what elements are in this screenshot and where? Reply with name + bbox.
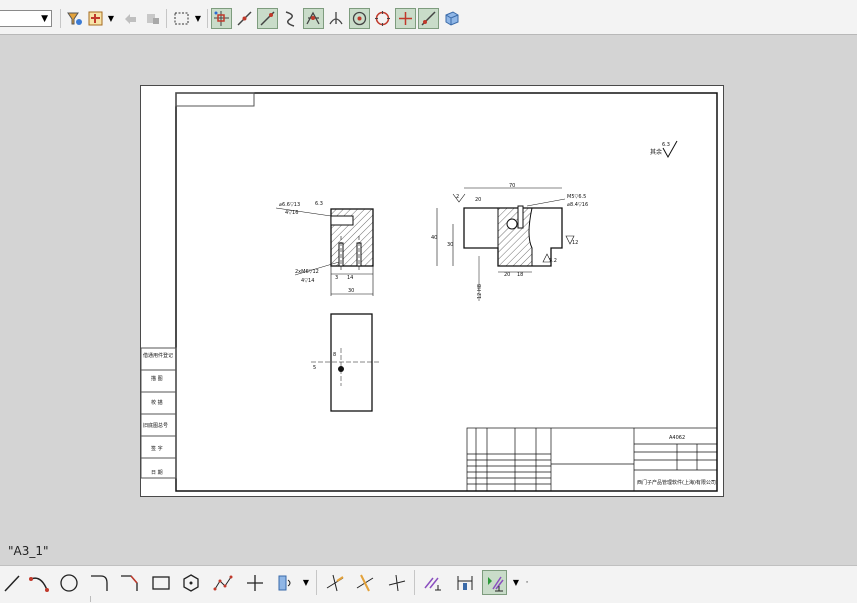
left-view: 3 14 30 ⌀6.6▽13 4▽16 6.3 2xM6▽12 4▽14 [275, 201, 374, 296]
svg-text:3: 3 [335, 275, 338, 281]
toolbar-separator [60, 9, 61, 28]
redo-icon[interactable] [142, 8, 163, 29]
svg-text:18: 18 [517, 272, 523, 278]
title-block-company: 西门子产品管理软件(上海)有限公司 [637, 479, 716, 486]
svg-text:M5▽6.5: M5▽6.5 [567, 194, 586, 200]
drawing-svg: 其余 6.3 3 14 30 ⌀6.6▽13 4▽16 6.3 2xM6▽12 … [141, 92, 718, 492]
right-view: 70 20 2 M5▽6.5 ⌀8.4▽16 40 30 20 18 3.2 1… [431, 183, 588, 301]
point-icon[interactable] [242, 570, 267, 595]
svg-text:12 H8: 12 H8 [477, 284, 483, 299]
status-strip [0, 596, 91, 602]
svg-text:6.3: 6.3 [315, 201, 323, 207]
toolbar-separator [166, 9, 167, 28]
line-icon[interactable] [0, 570, 25, 595]
polygon-icon[interactable] [178, 570, 203, 595]
svg-text:8: 8 [333, 352, 336, 358]
more-icon[interactable]: ⋅ [522, 570, 532, 595]
chamfer-icon[interactable] [116, 570, 141, 595]
snap-tangent-icon[interactable] [418, 8, 439, 29]
snap-intersection-icon[interactable] [303, 8, 324, 29]
svg-text:描 图: 描 图 [151, 375, 163, 382]
spline-icon[interactable] [210, 570, 235, 595]
svg-text:14: 14 [347, 275, 353, 281]
toolbar-separator [316, 570, 317, 595]
parallel-icon[interactable] [420, 570, 445, 595]
roughness-note: 其余 [650, 148, 662, 156]
chevron-down-icon[interactable]: ▼ [193, 8, 203, 29]
svg-text:20: 20 [504, 272, 510, 278]
bottom-toolbar: ▼ ▼ ⋅ [0, 565, 857, 603]
svg-text:40: 40 [431, 235, 437, 241]
svg-text:30: 30 [447, 242, 453, 248]
selection-combo[interactable]: ▼ [0, 10, 52, 27]
svg-text:⌀6.6▽13: ⌀6.6▽13 [279, 202, 300, 208]
svg-text:5: 5 [313, 365, 316, 371]
rectangle-select-icon[interactable] [171, 8, 192, 29]
svg-text:70: 70 [509, 183, 515, 189]
roughness-symbol: 其余 6.3 [650, 140, 678, 159]
constraint-icon[interactable] [482, 570, 507, 595]
circle-icon[interactable] [56, 570, 81, 595]
title-block-code: A4062 [669, 435, 685, 441]
fillet-icon[interactable] [86, 570, 111, 595]
svg-text:3.2: 3.2 [549, 258, 557, 264]
roughness-value: 6.3 [662, 142, 670, 148]
inner-border [175, 92, 718, 492]
side-table: 借通用件登记 描 图 校 描 旧底图总号 签 字 日 期 [141, 347, 177, 479]
chevron-down-icon[interactable]: ▼ [106, 8, 116, 29]
svg-text:日 期: 日 期 [151, 470, 163, 476]
plan-view: 8 5 [311, 313, 381, 412]
top-toolbar: ▼ ▼ ▼ [0, 0, 857, 35]
sheet-name-label: "A3_1" [8, 544, 49, 558]
view-3d-icon[interactable] [441, 8, 462, 29]
svg-text:旧底图总号: 旧底图总号 [143, 422, 168, 429]
svg-text:⌀8.4▽16: ⌀8.4▽16 [567, 202, 588, 208]
select-filter-icon[interactable] [64, 8, 85, 29]
snap-cross-icon[interactable] [395, 8, 416, 29]
svg-text:30: 30 [348, 288, 354, 294]
svg-text:12: 12 [572, 240, 578, 246]
snap-perpendicular-icon[interactable] [326, 8, 347, 29]
svg-text:校 描: 校 描 [151, 399, 163, 406]
extend-icon[interactable] [352, 570, 377, 595]
drawing-sheet[interactable]: 其余 6.3 3 14 30 ⌀6.6▽13 4▽16 6.3 2xM6▽12 … [140, 85, 724, 497]
offset-icon[interactable] [272, 570, 297, 595]
snap-point-icon[interactable] [85, 8, 106, 29]
dimension-icon[interactable] [452, 570, 477, 595]
svg-text:4▽14: 4▽14 [301, 278, 314, 284]
chevron-down-icon[interactable]: ▼ [510, 570, 522, 595]
toolbar-separator [207, 9, 208, 28]
svg-text:借通用件登记: 借通用件登记 [143, 352, 173, 359]
chevron-down-icon[interactable]: ▼ [300, 570, 312, 595]
snap-curve-icon[interactable] [280, 8, 301, 29]
undo-icon[interactable] [120, 8, 141, 29]
arc-icon[interactable] [26, 570, 51, 595]
snap-line-icon[interactable] [257, 8, 278, 29]
snap-center-icon[interactable] [349, 8, 370, 29]
snap-midpoint-icon[interactable] [234, 8, 255, 29]
trim-icon[interactable] [322, 570, 347, 595]
snap-quadrant-icon[interactable] [372, 8, 393, 29]
toolbar-separator [414, 570, 415, 595]
divide-icon[interactable] [384, 570, 409, 595]
rectangle-icon[interactable] [148, 570, 173, 595]
corner-box [175, 92, 255, 107]
chevron-down-icon[interactable]: ▼ [41, 14, 48, 24]
svg-text:签 字: 签 字 [151, 445, 163, 452]
svg-text:20: 20 [475, 197, 481, 203]
snap-endpoint-icon[interactable] [211, 8, 232, 29]
